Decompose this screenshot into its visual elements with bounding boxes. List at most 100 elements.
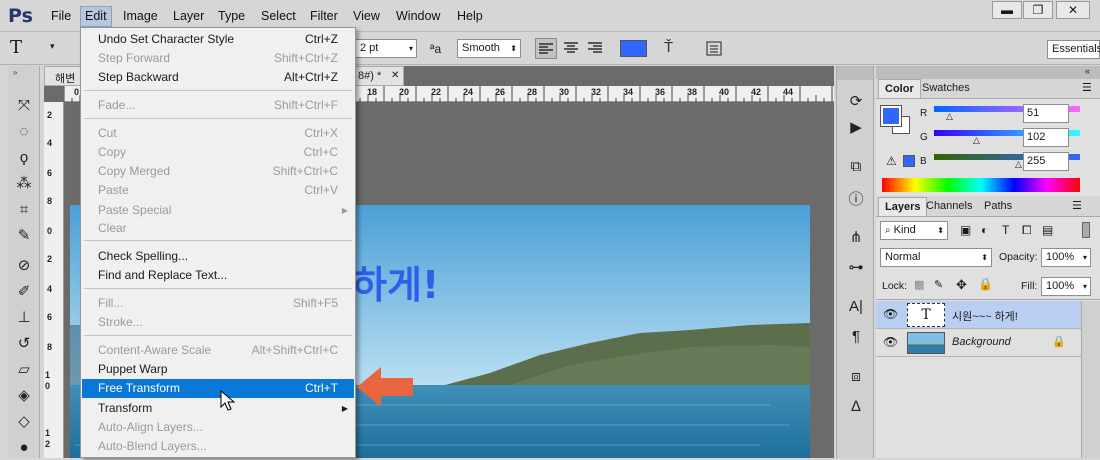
lock-transparent-icon[interactable]: ▩ <box>914 278 924 291</box>
tab-swatches[interactable]: Swatches <box>916 79 976 98</box>
clone-stamp-tool-icon[interactable]: ⊥ <box>12 306 36 330</box>
lasso-tool-icon[interactable]: ϙ <box>12 146 36 170</box>
brush-presets-panel-icon[interactable]: ⋔ <box>843 228 869 252</box>
menu-type[interactable]: Type <box>214 9 249 23</box>
dodge-tool-icon[interactable]: ● <box>12 436 36 460</box>
tab-color[interactable]: Color <box>878 79 921 98</box>
magic-wand-tool-icon[interactable]: ⁂ <box>12 172 36 196</box>
color-spectrum-bar[interactable] <box>882 178 1080 192</box>
menu-item-check-spelling[interactable]: Check Spelling... <box>82 247 354 266</box>
info-panel-icon[interactable]: ⓘ <box>843 188 869 212</box>
red-slider-thumb[interactable]: △ <box>946 111 953 122</box>
blue-value-field[interactable]: 255 <box>1023 152 1069 171</box>
menu-item-transform[interactable]: Transform ▶ <box>82 399 354 418</box>
out-of-gamut-warning-icon[interactable]: ⚠ <box>886 154 897 168</box>
adjustments-panel-icon[interactable]: ⊶ <box>843 258 869 282</box>
menu-item-free-transform[interactable]: Free Transform Ctrl+T <box>82 379 354 398</box>
minimize-button[interactable]: ▬ <box>992 1 1022 19</box>
menu-view[interactable]: View <box>349 9 384 23</box>
marquee-tool-icon[interactable]: ◌ <box>12 120 36 144</box>
move-tool-icon[interactable]: ⤧ <box>12 94 36 118</box>
menu-filter[interactable]: Filter <box>306 9 342 23</box>
filter-smart-object-icon[interactable]: ▤ <box>1042 223 1053 237</box>
panel-menu-icon[interactable]: ☰ <box>1072 199 1082 212</box>
menu-item-puppet-warp[interactable]: Puppet Warp <box>82 360 354 379</box>
red-value-field[interactable]: 51 <box>1023 104 1069 123</box>
tab-paths[interactable]: Paths <box>978 197 1018 216</box>
text-color-swatch[interactable] <box>620 40 647 57</box>
paint-bucket-tool-icon[interactable]: ◈ <box>12 384 36 408</box>
menu-file[interactable]: File <box>47 9 75 23</box>
menu-item-step-backward[interactable]: Step Backward Alt+Ctrl+Z <box>82 68 354 87</box>
filter-adjustment-icon[interactable]: ◐ <box>981 223 988 237</box>
brush-tool-icon[interactable]: ✐ <box>12 280 36 304</box>
warp-text-icon[interactable]: Ť <box>664 39 673 56</box>
menu-help[interactable]: Help <box>453 9 487 23</box>
green-slider-thumb[interactable]: △ <box>973 135 980 146</box>
menu-separator <box>84 118 352 119</box>
filter-toggle-switch[interactable] <box>1082 222 1090 238</box>
paragraph-panel-icon[interactable]: ¶ <box>843 328 869 352</box>
collapse-arrows-icon[interactable]: » <box>13 68 17 77</box>
filter-type-icon[interactable]: T <box>1002 223 1009 237</box>
history-brush-tool-icon[interactable]: ↺ <box>12 332 36 356</box>
tab-channels[interactable]: Channels <box>920 197 978 216</box>
filter-shape-icon[interactable]: ⧠ <box>1022 223 1032 238</box>
menu-image[interactable]: Image <box>119 9 162 23</box>
visibility-eye-icon[interactable]: 👁 <box>883 335 898 349</box>
foreground-color-swatch[interactable] <box>880 105 902 127</box>
align-right-button[interactable] <box>585 38 607 59</box>
close-tab-icon[interactable]: ✕ <box>391 70 399 81</box>
anti-alias-icon: ªa <box>430 42 442 56</box>
menu-layer[interactable]: Layer <box>169 9 208 23</box>
submenu-arrow-icon: ▶ <box>341 404 348 413</box>
close-window-button[interactable]: ✕ <box>1056 1 1090 19</box>
layer-name[interactable]: 시원~~~ 하게! <box>952 308 1018 324</box>
font-size-field[interactable]: 2 pt ▾ <box>355 39 417 58</box>
menu-item-find-and-replace-text[interactable]: Find and Replace Text... <box>82 266 354 285</box>
layer-row[interactable]: 👁 T 시원~~~ 하게! <box>876 301 1081 329</box>
eyedropper-tool-icon[interactable]: ✎ <box>12 224 36 248</box>
menu-edit[interactable]: Edit <box>80 6 112 27</box>
collapse-arrows-icon[interactable]: « <box>1085 66 1090 76</box>
menu-item-undo-set-character-style[interactable]: Undo Set Character Style Ctrl+Z <box>82 30 354 49</box>
character-panel-button[interactable] <box>705 40 723 57</box>
visibility-eye-icon[interactable]: 👁 <box>883 307 898 321</box>
layer-row[interactable]: 👁 Background 🔒 <box>876 329 1081 357</box>
character-panel-icon <box>706 41 722 56</box>
blend-mode-select[interactable]: Normal ⬍ <box>880 248 992 267</box>
layer-kind-filter[interactable]: ⌕ Kind ⬍ <box>880 221 948 240</box>
maximize-button[interactable]: ❐ <box>1023 1 1053 19</box>
blue-slider-thumb[interactable]: △ <box>1015 159 1022 170</box>
layers-scrollbar[interactable] <box>1081 301 1100 458</box>
layer-name[interactable]: Background <box>952 336 1011 348</box>
eraser-tool-icon[interactable]: ▱ <box>12 358 36 382</box>
glyphs-panel-icon[interactable]: ∆ <box>843 398 869 422</box>
align-center-button[interactable] <box>561 38 583 59</box>
crop-tool-icon[interactable]: ⌗ <box>12 198 36 222</box>
canvas-text-layer[interactable]: 하게! <box>352 254 439 309</box>
tool-preset-dropdown-icon[interactable]: ▾ <box>50 41 55 52</box>
workspace-switcher[interactable]: Essentials <box>1047 40 1100 59</box>
type-tool-icon[interactable]: T <box>10 37 22 58</box>
lock-image-icon[interactable]: ✎ <box>934 278 943 291</box>
gamut-color-swatch[interactable] <box>903 155 915 167</box>
styles-panel-icon[interactable]: ⧈ <box>843 368 869 392</box>
lock-position-icon[interactable]: ✥ <box>956 277 967 293</box>
healing-brush-tool-icon[interactable]: ⊘ <box>12 254 36 278</box>
align-left-button[interactable] <box>535 38 557 59</box>
panel-menu-icon[interactable]: ☰ <box>1082 81 1092 94</box>
menu-window[interactable]: Window <box>392 9 444 23</box>
green-value-field[interactable]: 102 <box>1023 128 1069 147</box>
opacity-field[interactable]: 100% ▾ <box>1041 248 1091 267</box>
actions-panel-icon[interactable]: ▶ <box>843 118 869 142</box>
blur-tool-icon[interactable]: ◇ <box>12 410 36 434</box>
menu-select[interactable]: Select <box>257 9 300 23</box>
anti-alias-select[interactable]: Smooth ⬍ <box>457 39 521 58</box>
lock-all-icon[interactable]: 🔒 <box>978 277 993 291</box>
3d-panel-icon[interactable]: ⧉ <box>843 158 869 182</box>
character-panel-icon[interactable]: A| <box>843 298 869 322</box>
filter-pixel-icon[interactable]: ▣ <box>960 223 971 237</box>
history-panel-icon[interactable]: ⟳ <box>843 92 869 116</box>
fill-field[interactable]: 100% ▾ <box>1041 277 1091 296</box>
